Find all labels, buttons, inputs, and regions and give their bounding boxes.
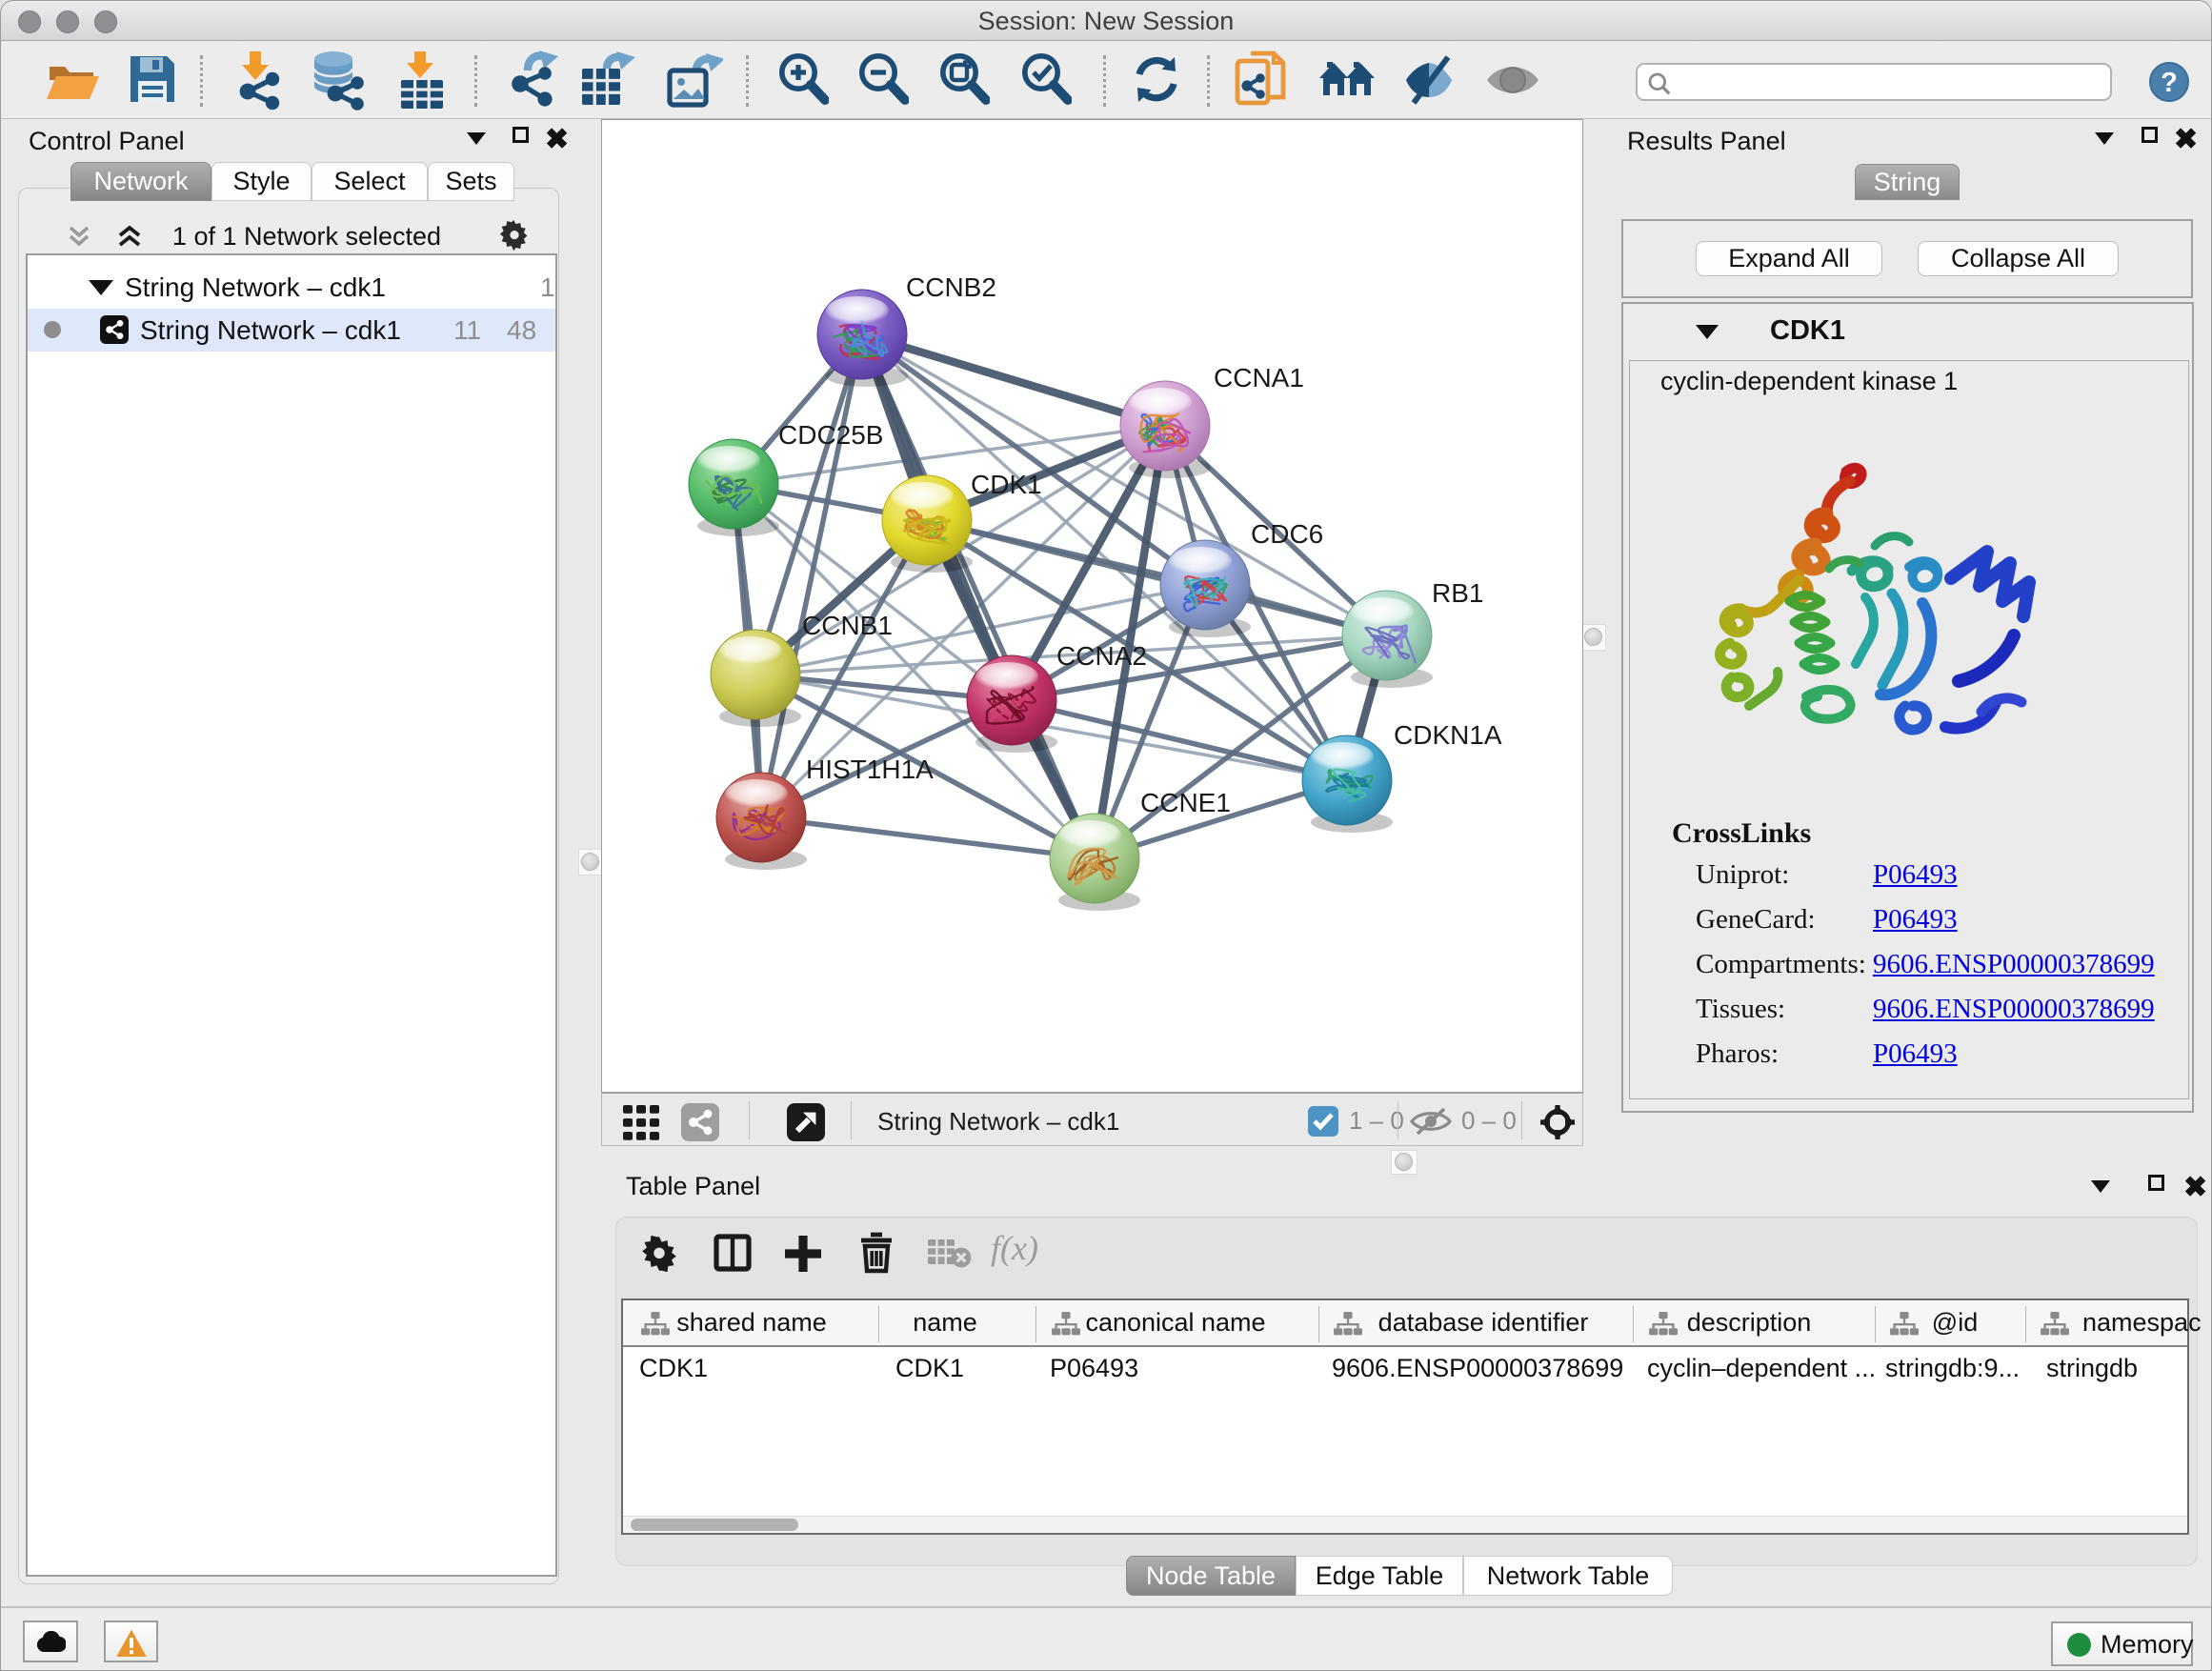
svg-text:CDC25B: CDC25B: [778, 420, 883, 450]
svg-text:CCNB1: CCNB1: [802, 611, 893, 640]
svg-text:?: ?: [2161, 68, 2178, 98]
svg-text:CDK1: CDK1: [971, 470, 1042, 499]
svg-text:HIST1H1A: HIST1H1A: [806, 755, 934, 784]
svg-text:CDKN1A: CDKN1A: [1394, 720, 1502, 750]
svg-text:CCNA1: CCNA1: [1214, 363, 1304, 393]
svg-text:RB1: RB1: [1432, 578, 1483, 608]
svg-text:CCNA2: CCNA2: [1056, 641, 1147, 671]
svg-text:CCNE1: CCNE1: [1140, 788, 1231, 817]
svg-text:CCNB2: CCNB2: [906, 272, 996, 302]
svg-text:CDC6: CDC6: [1251, 519, 1323, 549]
